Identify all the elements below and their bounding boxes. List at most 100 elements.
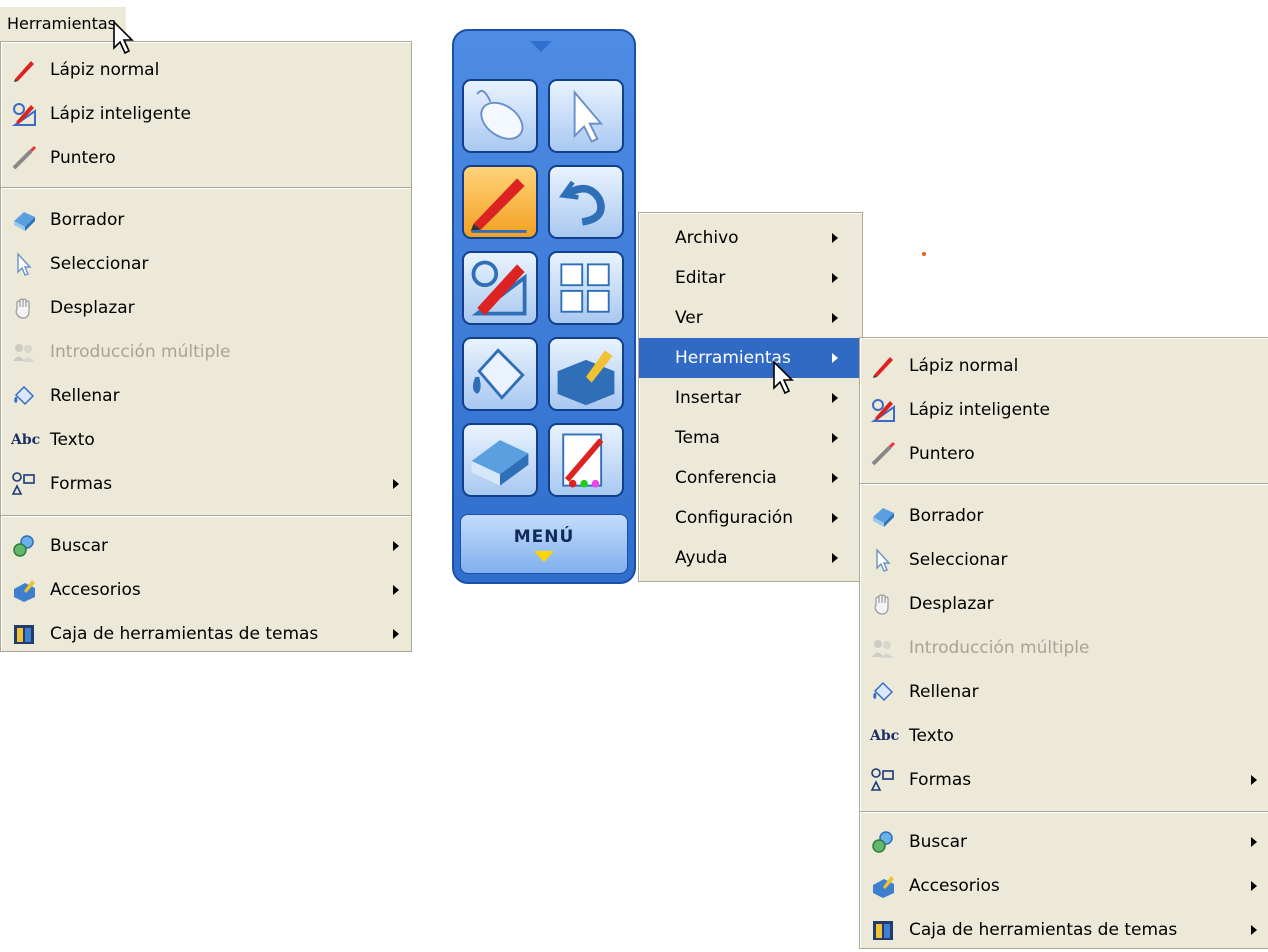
menu-item-label: Puntero: [909, 444, 975, 464]
triangle-down-icon: [530, 41, 552, 52]
menu-separator: [860, 811, 1268, 813]
main-menu-item-tema[interactable]: Tema: [639, 418, 862, 458]
menu-item-label: Accesorios: [50, 580, 141, 600]
submenu-arrow-icon: [832, 513, 838, 523]
shapes-icon: [11, 471, 37, 497]
menubar-item-herramientas[interactable]: Herramientas: [0, 7, 126, 41]
select-arrow-icon: [550, 81, 622, 151]
main-menu: Archivo Editar Ver Herramientas Insertar Tema…: [638, 212, 863, 582]
multi-user-icon: [11, 339, 37, 365]
fill-icon: [464, 339, 536, 409]
toolbox-icon: [11, 621, 37, 647]
menu-item-label: Lápiz inteligente: [909, 400, 1050, 420]
submenu-arrow-icon: [393, 541, 399, 551]
main-menu-item-conferencia[interactable]: Conferencia: [639, 458, 862, 498]
menu-item-texto[interactable]: Abc Texto: [1, 418, 411, 462]
collapse-toolbar-button[interactable]: [530, 41, 552, 52]
toolbar-button-pen[interactable]: [462, 165, 538, 239]
toolbar-button-toolbox[interactable]: [548, 337, 624, 411]
menu-item-rellenar[interactable]: Rellenar: [1, 374, 411, 418]
toolbar-button-select-arrow[interactable]: [548, 79, 624, 153]
main-menu-item-label: Editar: [675, 268, 726, 288]
menu-item-label: Introducción múltiple: [909, 638, 1090, 658]
toolbar-button-smart-pen[interactable]: [462, 251, 538, 325]
menu-item-puntero[interactable]: Puntero: [1, 136, 411, 180]
menu-item-label: Formas: [909, 770, 972, 790]
submenu-arrow-icon: [832, 473, 838, 483]
menu-item-label: Accesorios: [909, 876, 1000, 896]
menu-item-formas[interactable]: Formas: [1, 462, 411, 506]
submenu-arrow-icon: [832, 313, 838, 323]
menu-item-lápiz-inteligente[interactable]: Lápiz inteligente: [1, 92, 411, 136]
menu-button-label: MENÚ: [513, 527, 575, 547]
menu-item-buscar[interactable]: Buscar: [1, 524, 411, 568]
toolbar-button-eraser[interactable]: [462, 423, 538, 497]
main-menu-item-archivo[interactable]: Archivo: [639, 218, 862, 258]
text-icon: Abc: [870, 728, 900, 744]
floating-toolbar: MENÚ: [452, 29, 636, 584]
page-layout-icon: [550, 253, 622, 323]
menu-item-texto[interactable]: Abc Texto: [860, 714, 1268, 758]
main-menu-item-ver[interactable]: Ver: [639, 298, 862, 338]
pointer-icon: [870, 441, 896, 467]
toolbar-button-fill[interactable]: [462, 337, 538, 411]
accessories-icon: [870, 873, 896, 899]
submenu-arrow-icon: [832, 273, 838, 283]
menu-item-borrador[interactable]: Borrador: [1, 198, 411, 242]
menu-item-caja-de-herramientas-de-temas[interactable]: Caja de herramientas de temas: [860, 908, 1268, 952]
fill-icon: [11, 383, 37, 409]
menu-button[interactable]: MENÚ: [460, 514, 628, 574]
eraser-icon: [870, 503, 896, 529]
eraser-icon: [464, 425, 536, 495]
submenu-arrow-icon: [832, 433, 838, 443]
submenu-arrow-icon: [1251, 775, 1257, 785]
toolbar-button-undo[interactable]: [548, 165, 624, 239]
menu-item-accesorios[interactable]: Accesorios: [860, 864, 1268, 908]
menu-item-buscar[interactable]: Buscar: [860, 820, 1268, 864]
menu-item-formas[interactable]: Formas: [860, 758, 1268, 802]
submenu-arrow-icon: [393, 479, 399, 489]
menu-item-accesorios[interactable]: Accesorios: [1, 568, 411, 612]
smart-pen-icon: [870, 397, 896, 423]
menu-item-label: Puntero: [50, 148, 116, 168]
menu-item-label: Desplazar: [909, 594, 994, 614]
menu-item-lápiz-normal[interactable]: Lápiz normal: [860, 344, 1268, 388]
menu-item-rellenar[interactable]: Rellenar: [860, 670, 1268, 714]
pointer-icon: [11, 145, 37, 171]
menu-item-desplazar[interactable]: Desplazar: [1, 286, 411, 330]
menu-item-introducción-múltiple: Introducción múltiple: [860, 626, 1268, 670]
toolbar-button-mouse[interactable]: [462, 79, 538, 153]
main-menu-item-label: Archivo: [675, 228, 739, 248]
menu-item-label: Lápiz inteligente: [50, 104, 191, 124]
menu-item-lápiz-normal[interactable]: Lápiz normal: [1, 48, 411, 92]
menu-item-puntero[interactable]: Puntero: [860, 432, 1268, 476]
main-menu-item-label: Ayuda: [675, 548, 728, 568]
menu-item-lápiz-inteligente[interactable]: Lápiz inteligente: [860, 388, 1268, 432]
main-menu-item-editar[interactable]: Editar: [639, 258, 862, 298]
menu-item-seleccionar[interactable]: Seleccionar: [1, 242, 411, 286]
toolbar-button-page-layout[interactable]: [548, 251, 624, 325]
menu-item-label: Borrador: [909, 506, 984, 526]
menu-item-seleccionar[interactable]: Seleccionar: [860, 538, 1268, 582]
menu-item-label: Caja de herramientas de temas: [909, 920, 1178, 940]
menu-separator: [1, 515, 411, 517]
main-menu-item-ayuda[interactable]: Ayuda: [639, 538, 862, 578]
toolbar-button-settings[interactable]: [548, 423, 624, 497]
pen-icon: [11, 57, 37, 83]
main-menu-item-insertar[interactable]: Insertar: [639, 378, 862, 418]
main-menu-item-configuración[interactable]: Configuración: [639, 498, 862, 538]
menu-item-introducción-múltiple: Introducción múltiple: [1, 330, 411, 374]
menu-item-label: Texto: [909, 726, 954, 746]
submenu-arrow-icon: [393, 585, 399, 595]
menu-item-desplazar[interactable]: Desplazar: [860, 582, 1268, 626]
smart-pen-icon: [464, 253, 536, 323]
eraser-icon: [11, 207, 37, 233]
search-icon: [870, 829, 896, 855]
submenu-arrow-icon: [832, 233, 838, 243]
menu-item-caja-de-herramientas-de-temas[interactable]: Caja de herramientas de temas: [1, 612, 411, 656]
menu-separator: [1, 187, 411, 189]
main-menu-item-herramientas[interactable]: Herramientas: [639, 338, 862, 378]
menu-item-label: Texto: [50, 430, 95, 450]
menu-item-borrador[interactable]: Borrador: [860, 494, 1268, 538]
menu-separator: [860, 483, 1268, 485]
